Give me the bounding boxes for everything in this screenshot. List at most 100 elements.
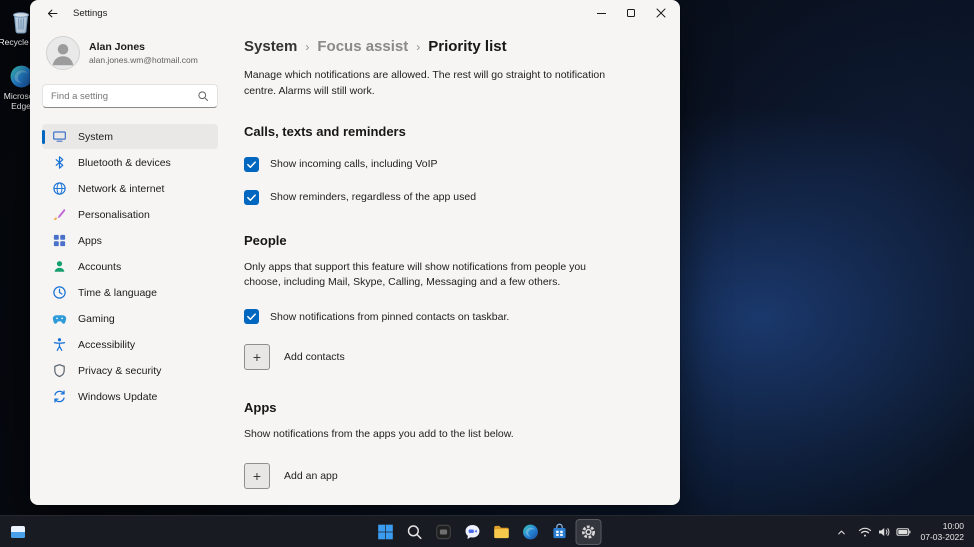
task-view-icon bbox=[436, 524, 451, 540]
sidebar-item-personalisation[interactable]: Personalisation bbox=[42, 202, 218, 227]
chevron-up-icon bbox=[838, 530, 845, 534]
sidebar-item-windows-update[interactable]: Windows Update bbox=[42, 384, 218, 409]
search-icon bbox=[407, 525, 422, 540]
section-people: People Only apps that support this featu… bbox=[244, 232, 652, 370]
taskbar-center-icons bbox=[373, 519, 602, 545]
apps-grid-icon bbox=[52, 233, 67, 248]
page-description: Manage which notifications are allowed. … bbox=[244, 69, 606, 97]
settings-window: Settings Alan Jones alan.jones.wm@hotmai… bbox=[30, 0, 680, 505]
sidebar-item-label: Accounts bbox=[78, 260, 122, 273]
breadcrumb-focus-assist[interactable]: Focus assist bbox=[317, 38, 408, 55]
priority-list-page: System › Focus assist › Priority list Ma… bbox=[228, 26, 680, 505]
volume-icon bbox=[878, 528, 889, 536]
checkbox-row-reminders: Show reminders, regardless of the app us… bbox=[244, 189, 652, 205]
window-title: Settings bbox=[73, 7, 108, 19]
folder-icon bbox=[494, 525, 509, 539]
sidebar-item-network-internet[interactable]: Network & internet bbox=[42, 176, 218, 201]
task-view-button[interactable] bbox=[431, 519, 457, 545]
battery-icon bbox=[895, 528, 910, 536]
gamepad-icon bbox=[52, 311, 67, 326]
bluetooth-icon bbox=[52, 155, 67, 170]
clock-date: 07-03-2022 bbox=[920, 532, 964, 542]
chat-button[interactable] bbox=[460, 519, 486, 545]
checkbox-checked[interactable] bbox=[244, 189, 259, 205]
plus-icon: + bbox=[252, 467, 262, 484]
section-description: Show notifications from the apps you add… bbox=[244, 428, 514, 440]
section-title: People bbox=[244, 232, 287, 248]
accounts-person-icon bbox=[52, 259, 67, 274]
search-input[interactable] bbox=[51, 90, 197, 102]
quick-settings-group[interactable] bbox=[853, 522, 916, 542]
titlebar[interactable]: Settings bbox=[30, 0, 680, 26]
add-an-app-label: Add an app bbox=[284, 469, 338, 482]
section-calls-texts-reminders: Calls, texts and reminders Show incoming… bbox=[244, 124, 652, 205]
sidebar-item-bluetooth-devices[interactable]: Bluetooth & devices bbox=[42, 150, 218, 175]
system-icon bbox=[52, 129, 67, 144]
sidebar-item-accounts[interactable]: Accounts bbox=[42, 254, 218, 279]
widgets-icon[interactable] bbox=[5, 519, 31, 545]
avatar bbox=[46, 36, 80, 70]
checkbox-checked[interactable] bbox=[244, 309, 259, 324]
window-controls bbox=[586, 0, 676, 26]
sidebar-item-label: Time & language bbox=[78, 286, 157, 299]
sidebar-item-label: Privacy & security bbox=[78, 364, 162, 377]
shield-icon bbox=[52, 363, 67, 378]
gear-icon bbox=[581, 525, 596, 539]
personalisation-brush-icon bbox=[52, 207, 67, 222]
user-email: alan.jones.wm@hotmail.com bbox=[89, 55, 198, 65]
sidebar-item-system[interactable]: System bbox=[42, 124, 218, 149]
minimize-button[interactable] bbox=[586, 0, 616, 26]
settings-button-active[interactable] bbox=[575, 519, 602, 545]
sidebar-item-label: Accessibility bbox=[78, 338, 136, 351]
edge-icon bbox=[523, 524, 538, 540]
sidebar-item-privacy-security[interactable]: Privacy & security bbox=[42, 358, 218, 383]
section-title: Calls, texts and reminders bbox=[244, 123, 406, 139]
add-an-app-button[interactable]: + bbox=[244, 462, 270, 489]
store-bag-icon bbox=[553, 523, 566, 539]
checkbox-checked[interactable] bbox=[244, 156, 259, 172]
chevron-right-icon: › bbox=[416, 39, 421, 54]
clock-time: 10:00 bbox=[942, 520, 964, 531]
add-contacts-label: Add contacts bbox=[284, 351, 345, 363]
sidebar-item-label: Gaming bbox=[78, 312, 115, 325]
taskbar-search-button[interactable] bbox=[402, 519, 428, 545]
maximize-button[interactable] bbox=[616, 0, 646, 26]
sidebar-item-label: Personalisation bbox=[78, 208, 150, 221]
section-title: Apps bbox=[244, 400, 277, 415]
sidebar-item-label: System bbox=[78, 130, 114, 143]
update-arrows-icon bbox=[52, 389, 67, 404]
wifi-icon bbox=[858, 527, 871, 537]
minimize-icon bbox=[596, 12, 606, 14]
sidebar-item-label: Windows Update bbox=[78, 390, 158, 403]
add-contacts-row: + Add contacts bbox=[244, 344, 652, 370]
hidden-icons-chevron[interactable] bbox=[833, 521, 851, 543]
plus-icon: + bbox=[252, 349, 262, 365]
user-profile[interactable]: Alan Jones alan.jones.wm@hotmail.com bbox=[42, 30, 218, 74]
chat-bubble-icon bbox=[465, 525, 480, 539]
add-contacts-button[interactable]: + bbox=[244, 344, 270, 370]
sidebar-item-label: Network & internet bbox=[78, 182, 165, 195]
settings-search[interactable] bbox=[42, 84, 218, 108]
sidebar-item-time-language[interactable]: Time & language bbox=[42, 280, 218, 305]
edge-button[interactable] bbox=[518, 519, 544, 545]
start-button[interactable] bbox=[373, 519, 399, 545]
sidebar-item-label: Bluetooth & devices bbox=[78, 156, 171, 169]
back-button[interactable] bbox=[44, 5, 60, 21]
close-icon bbox=[656, 8, 666, 18]
sidebar-item-accessibility[interactable]: Accessibility bbox=[42, 332, 218, 357]
file-explorer-button[interactable] bbox=[489, 519, 515, 545]
sidebar-item-gaming[interactable]: Gaming bbox=[42, 306, 218, 331]
checkbox-label: Show notifications from pinned contacts … bbox=[270, 310, 510, 323]
close-button[interactable] bbox=[646, 0, 676, 26]
taskbar-clock[interactable]: 10:00 07-03-2022 bbox=[918, 521, 970, 543]
maximize-icon bbox=[627, 9, 635, 17]
breadcrumb-system[interactable]: System bbox=[244, 38, 297, 55]
microsoft-store-button[interactable] bbox=[547, 519, 573, 545]
desktop: Recycle Bin Microsoft Edge Settings Alan… bbox=[0, 0, 974, 547]
page-title: Priority list bbox=[428, 38, 507, 55]
system-tray: 10:00 07-03-2022 bbox=[833, 516, 970, 547]
sidebar-item-apps[interactable]: Apps bbox=[42, 228, 218, 253]
section-apps: Apps Show notifications from the apps yo… bbox=[244, 400, 652, 489]
breadcrumb: System › Focus assist › Priority list bbox=[244, 38, 652, 55]
user-name: Alan Jones bbox=[89, 41, 146, 53]
